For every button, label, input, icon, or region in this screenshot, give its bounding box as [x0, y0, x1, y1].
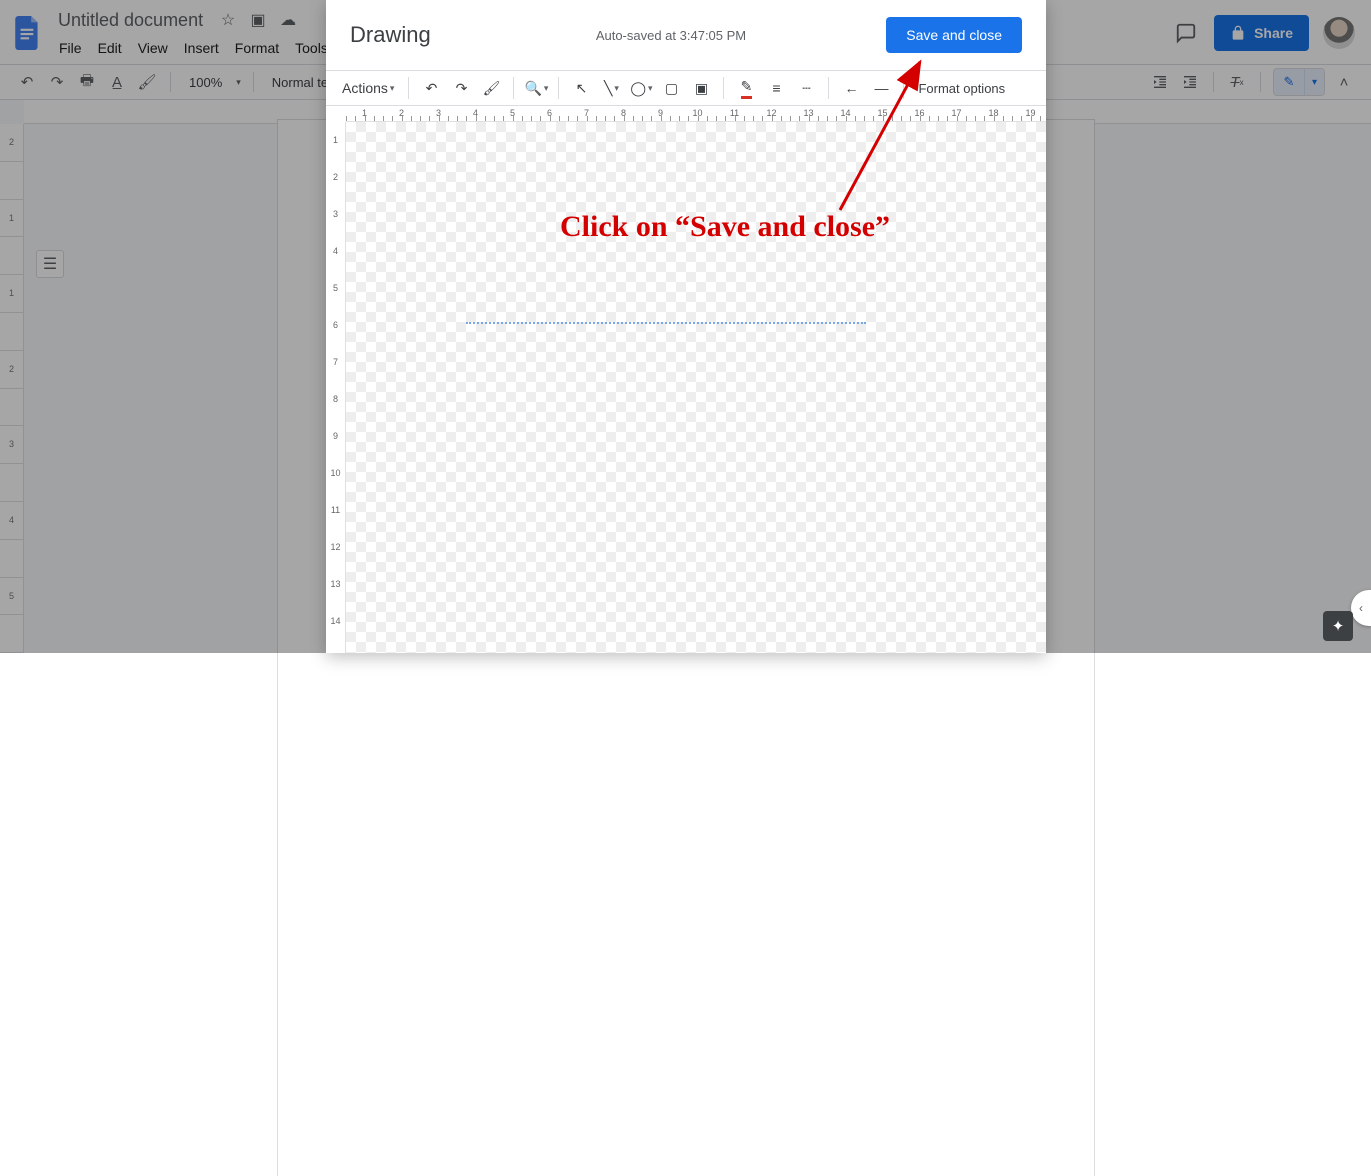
separator — [828, 77, 829, 99]
format-options-button[interactable]: Format options — [918, 81, 1005, 96]
drawn-dotted-line-shape[interactable] — [466, 322, 866, 324]
save-and-close-button[interactable]: Save and close — [886, 17, 1022, 53]
textbox-tool-icon[interactable]: ▢ — [659, 75, 683, 101]
border-weight-icon[interactable]: ≡ — [764, 75, 788, 101]
explore-button[interactable]: ✦ — [1323, 611, 1353, 641]
autosave-status: Auto-saved at 3:47:05 PM — [596, 28, 746, 43]
border-color-icon[interactable]: ✎ — [734, 75, 758, 101]
dialog-header: Drawing Auto-saved at 3:47:05 PM Save an… — [326, 0, 1046, 70]
drawing-vertical-ruler[interactable]: 1234567891011121314 — [326, 122, 346, 653]
shape-tool-icon[interactable]: ◯ — [629, 75, 653, 101]
paint-format-icon[interactable]: 🖌 — [479, 75, 503, 101]
dialog-title: Drawing — [350, 22, 431, 48]
separator — [513, 77, 514, 99]
separator — [558, 77, 559, 99]
redo-icon[interactable]: ↷ — [449, 75, 473, 101]
separator — [903, 77, 904, 99]
zoom-icon[interactable]: 🔍 — [524, 75, 548, 101]
drawing-canvas[interactable] — [346, 122, 1046, 653]
drawing-horizontal-ruler[interactable]: 12345678910111213141516171819 — [346, 106, 1046, 122]
drawing-toolbar: Actions ↶ ↷ 🖌 🔍 ↖ ╲ ◯ ▢ ▣ ✎ ≡ ┄ ← — Form… — [326, 70, 1046, 106]
drawing-dialog: Drawing Auto-saved at 3:47:05 PM Save an… — [326, 0, 1046, 653]
line-start-icon[interactable]: ← — [839, 75, 863, 101]
border-dash-icon[interactable]: ┄ — [794, 75, 818, 101]
line-tool-icon[interactable]: ╲ — [599, 75, 623, 101]
undo-icon[interactable]: ↶ — [419, 75, 443, 101]
separator — [723, 77, 724, 99]
line-end-icon[interactable]: — — [869, 75, 893, 101]
image-tool-icon[interactable]: ▣ — [689, 75, 713, 101]
select-tool-icon[interactable]: ↖ — [569, 75, 593, 101]
actions-menu[interactable]: Actions — [338, 75, 398, 101]
separator — [408, 77, 409, 99]
